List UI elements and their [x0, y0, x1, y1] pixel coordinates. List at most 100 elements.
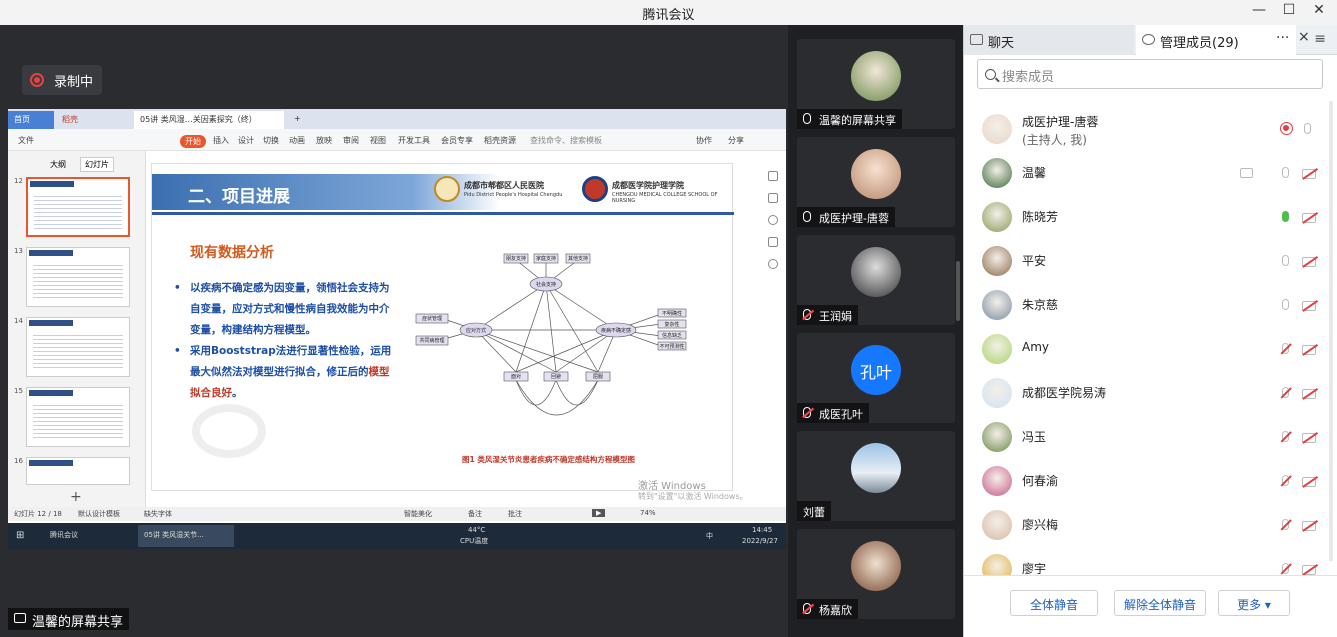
- member-row[interactable]: 廖兴梅: [964, 503, 1324, 547]
- member-row[interactable]: 平安: [964, 239, 1324, 283]
- wps-menu-bar: 文件 开始 插入 设计 切换 动画 放映 审阅 视图 开发工具 会员专享 稻壳资…: [8, 129, 786, 151]
- close-button[interactable]: ✕: [1308, 2, 1330, 22]
- status-zoom[interactable]: 74%: [640, 509, 656, 517]
- new-tab-button[interactable]: +: [288, 111, 307, 129]
- camera-off-icon[interactable]: [1302, 565, 1316, 575]
- slide-thumbnail[interactable]: [26, 387, 130, 447]
- help-icon[interactable]: [768, 259, 778, 269]
- menu-view[interactable]: 视图: [370, 135, 386, 146]
- tab-document[interactable]: 05讲 类风湿…关因素探究（终）: [134, 111, 284, 129]
- video-tile[interactable]: 刘蕾: [797, 431, 955, 521]
- mic-icon[interactable]: [1282, 211, 1289, 222]
- menu-docer[interactable]: 稻壳资源: [484, 135, 516, 146]
- menu-review[interactable]: 审阅: [343, 135, 359, 146]
- slide-thumbnail[interactable]: [26, 177, 130, 237]
- menu-start[interactable]: 开始: [180, 135, 206, 148]
- camera-off-icon[interactable]: [1302, 301, 1316, 311]
- menu-dev-tools[interactable]: 开发工具: [398, 135, 430, 146]
- windows-start-icon[interactable]: ⊞: [16, 530, 24, 541]
- member-row[interactable]: Amy: [964, 327, 1324, 371]
- member-row[interactable]: 成医护理-唐蓉 (主持人, 我): [964, 107, 1324, 153]
- video-tile[interactable]: 温馨的屏幕共享: [797, 39, 955, 129]
- mic-icon[interactable]: [1282, 167, 1289, 178]
- tool-icon[interactable]: [768, 171, 778, 181]
- tool-icon[interactable]: [768, 215, 778, 225]
- menu-file[interactable]: 文件: [18, 135, 34, 146]
- member-row[interactable]: 何春渝: [964, 459, 1324, 503]
- slide-thumbnail[interactable]: [26, 317, 130, 377]
- member-row[interactable]: 冯玉: [964, 415, 1324, 459]
- member-name: 成都医学院易涛: [1022, 386, 1107, 400]
- member-row[interactable]: 朱京慈: [964, 283, 1324, 327]
- mic-icon[interactable]: [1304, 123, 1311, 134]
- camera-off-icon[interactable]: [1302, 213, 1316, 223]
- tool-icon[interactable]: [768, 237, 778, 247]
- play-slideshow-icon[interactable]: ▶: [592, 509, 606, 517]
- menu-design[interactable]: 设计: [238, 135, 254, 146]
- video-tile[interactable]: 孔叶 成医孔叶: [797, 333, 955, 423]
- mic-muted-icon[interactable]: [1282, 563, 1289, 574]
- status-comments[interactable]: 批注: [508, 509, 522, 519]
- taskbar-ime[interactable]: 中: [706, 531, 713, 541]
- member-search-input[interactable]: 搜索成员: [977, 59, 1323, 89]
- taskbar-app-wps[interactable]: 05讲 类风湿关节...: [138, 525, 234, 547]
- unmute-all-button[interactable]: 解除全体静音: [1114, 590, 1206, 616]
- menu-animation[interactable]: 动画: [289, 135, 305, 146]
- mic-icon[interactable]: [1282, 255, 1289, 266]
- mic-muted-icon[interactable]: [1282, 475, 1289, 486]
- status-missing-font[interactable]: 缺失字体: [144, 509, 172, 519]
- window-title: 腾讯会议: [642, 8, 695, 23]
- mic-muted-icon[interactable]: [1282, 343, 1289, 354]
- camera-off-icon[interactable]: [1302, 477, 1316, 487]
- camera-off-icon[interactable]: [1302, 389, 1316, 399]
- video-tile[interactable]: 成医护理-唐蓉: [797, 137, 955, 227]
- video-tile[interactable]: 王润娟: [797, 235, 955, 325]
- member-list-scrollbar[interactable]: [1329, 101, 1333, 561]
- camera-off-icon[interactable]: [1302, 257, 1316, 267]
- video-column-scrollbar[interactable]: [956, 261, 960, 321]
- menu-slideshow[interactable]: 放映: [316, 135, 332, 146]
- mic-muted-icon[interactable]: [1282, 519, 1289, 530]
- mute-all-button[interactable]: 全体静音: [1010, 590, 1098, 616]
- menu-share[interactable]: 分享: [728, 135, 744, 146]
- minimize-button[interactable]: —: [1248, 2, 1270, 22]
- menu-member[interactable]: 会员专享: [441, 135, 473, 146]
- panel-close-button[interactable]: ×: [1298, 29, 1310, 45]
- hamburger-menu-icon[interactable]: ≡: [1314, 31, 1326, 47]
- slide-thumbnail[interactable]: [26, 247, 130, 307]
- add-slide-button[interactable]: +: [70, 489, 82, 505]
- tab-home[interactable]: 首页: [8, 111, 54, 129]
- member-row[interactable]: 成都医学院易涛: [964, 371, 1324, 415]
- panel-more-button[interactable]: ···: [1276, 30, 1289, 46]
- recording-indicator[interactable]: 录制中: [22, 65, 102, 95]
- tab-chat[interactable]: 聊天: [964, 25, 1134, 55]
- video-tile[interactable]: 杨嘉欣: [797, 529, 955, 619]
- tab-outline[interactable]: 大纲: [50, 159, 66, 170]
- menu-transition[interactable]: 切换: [263, 135, 279, 146]
- tab-slides[interactable]: 幻灯片: [80, 157, 114, 172]
- slide-thumbnail[interactable]: [26, 457, 130, 485]
- camera-off-icon[interactable]: [1302, 345, 1316, 355]
- video-tile-name: 刘蕾: [797, 501, 831, 521]
- taskbar-app-meeting[interactable]: 腾讯会议: [44, 525, 136, 547]
- diagram-node: 不明确性: [662, 310, 682, 317]
- mic-icon[interactable]: [1282, 299, 1289, 310]
- menu-insert[interactable]: 插入: [213, 135, 229, 146]
- status-notes[interactable]: 备注: [468, 509, 482, 519]
- menu-search[interactable]: 查找命令、搜索模板: [530, 135, 602, 146]
- tool-icon[interactable]: [768, 193, 778, 203]
- tab-wps[interactable]: 稻壳: [56, 111, 130, 129]
- mic-muted-icon[interactable]: [1282, 387, 1289, 398]
- member-row[interactable]: 温馨: [964, 151, 1324, 195]
- bullet-text: 以疾病不确定感为因变量，领悟社会支持为自变量，应对方式和慢性病自我效能为中介变量…: [190, 282, 390, 336]
- mic-muted-icon[interactable]: [1282, 431, 1289, 442]
- maximize-button[interactable]: ☐: [1278, 2, 1300, 22]
- camera-off-icon[interactable]: [1302, 169, 1316, 179]
- menu-collab[interactable]: 协作: [696, 135, 712, 146]
- camera-off-icon[interactable]: [1302, 433, 1316, 443]
- member-row[interactable]: 陈晓芳: [964, 195, 1324, 239]
- more-button[interactable]: 更多 ▾: [1218, 590, 1290, 616]
- status-smart-beautify[interactable]: 智能美化: [404, 509, 432, 519]
- camera-off-icon[interactable]: [1302, 521, 1316, 531]
- tab-members[interactable]: 管理成员(29): [1136, 25, 1296, 55]
